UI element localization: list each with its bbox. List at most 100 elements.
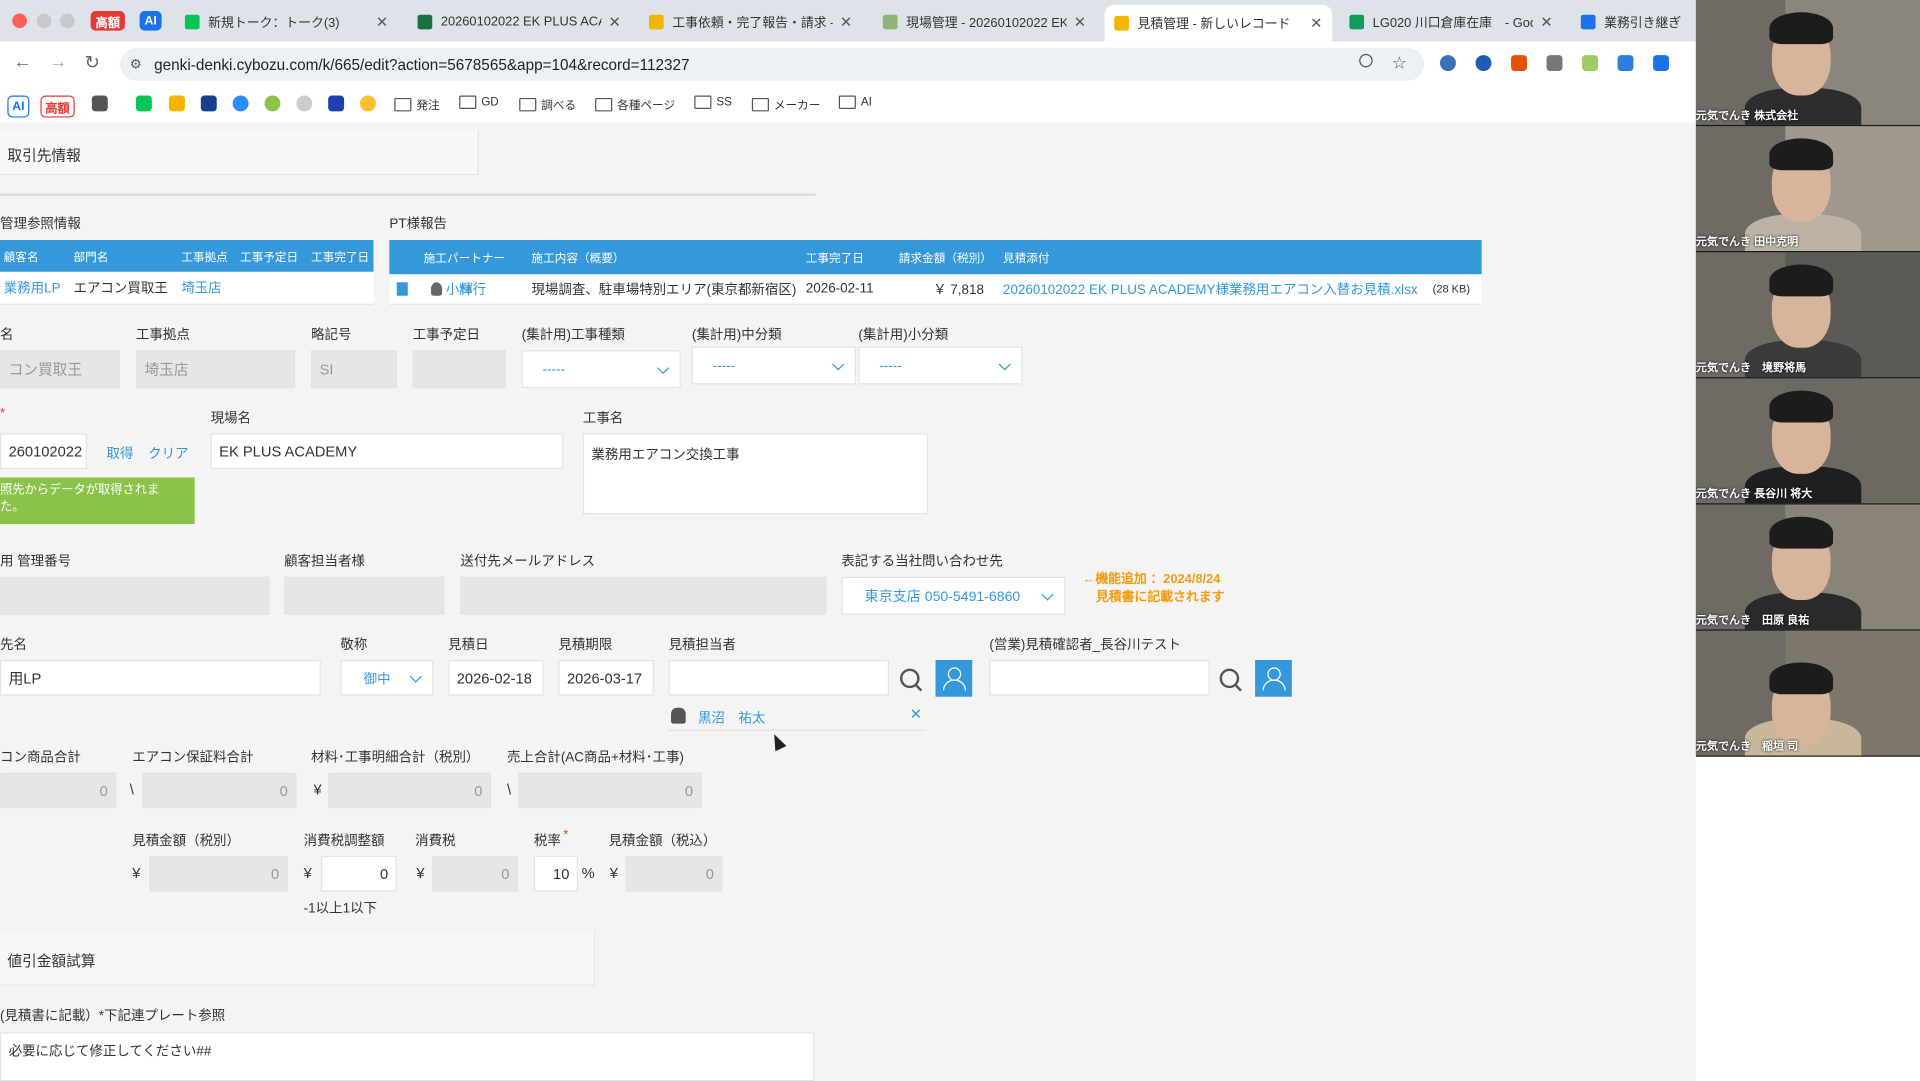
tax-rate-input[interactable]: 10 <box>533 855 578 892</box>
tab-excel-file[interactable]: 20260102022 EK PLUS ACA ✕ <box>408 7 631 36</box>
close-icon[interactable]: ✕ <box>608 13 620 30</box>
tab-gyoumu-hikitsugi[interactable]: 業務引き継ぎ <box>1571 7 1693 36</box>
remarks-textarea[interactable]: 必要に応じて修正してください## <box>0 1032 815 1081</box>
koukaku-badge[interactable]: 高額 <box>90 11 125 31</box>
video-tile[interactable]: 元気でんき 株式会社 <box>1695 0 1920 125</box>
bookmark-folder-hacchu[interactable]: 発注 <box>394 96 440 113</box>
estimator-search-input[interactable] <box>668 660 889 696</box>
customer-link[interactable]: 業務用LP <box>4 278 61 298</box>
url-field[interactable]: ⚙ genki-denki.cybozu.com/k/665/edit?acti… <box>120 47 1425 81</box>
genba-name-field[interactable]: EK PLUS ACADEMY <box>210 433 564 469</box>
estimate-date-field[interactable]: 2026-02-18 <box>448 660 544 696</box>
minimize-window-icon[interactable] <box>36 13 52 29</box>
bookmark-line-icon[interactable] <box>135 95 152 112</box>
kouji-name-textarea[interactable]: 業務用エアコン交換工事 <box>582 433 929 515</box>
genba-code-field[interactable]: 260102022 <box>0 433 87 469</box>
extension-leaf-icon[interactable] <box>1582 55 1598 72</box>
video-tile[interactable]: 元気でんき 田原 良祐 <box>1695 504 1920 630</box>
maximize-window-icon[interactable] <box>60 13 75 29</box>
bookmark-e-icon[interactable] <box>296 95 313 112</box>
bookmark-koukaku[interactable]: 高額 <box>40 95 75 118</box>
apps-grid-icon[interactable] <box>91 95 108 112</box>
google-icon <box>1580 14 1596 30</box>
extension-globe-icon[interactable] <box>1440 55 1456 72</box>
tab-kouji-irai[interactable]: 工事依頼・完了報告・請求 - PT ✕ <box>639 7 862 36</box>
ai-badge[interactable]: AI <box>139 11 162 31</box>
confirmer-search-input[interactable] <box>989 660 1210 696</box>
tab-line-talk[interactable]: 新規トーク：トーク(3) ✕ <box>175 7 398 36</box>
zoom-icon[interactable] <box>1359 53 1373 68</box>
kanri-number-field <box>0 576 270 615</box>
section-torihiki[interactable]: 取引先情報 <box>0 129 479 176</box>
close-window-icon[interactable] <box>12 13 27 29</box>
site-info-icon[interactable]: ⚙ <box>130 56 142 73</box>
video-tile[interactable]: 元気でんき 長谷川 将大 <box>1695 378 1920 504</box>
user-select-button[interactable] <box>1255 660 1292 697</box>
bookmark-swirl-icon[interactable] <box>264 95 281 112</box>
clear-button[interactable]: クリア <box>148 443 188 463</box>
bookmark-chat-icon[interactable] <box>168 95 185 112</box>
forward-icon[interactable]: → <box>49 51 67 72</box>
estimate-amount-incl: 0 <box>625 855 723 892</box>
mid-category-select[interactable]: ----- <box>691 346 856 385</box>
bookmark-folder-maker[interactable]: メーカー <box>751 96 820 113</box>
reload-icon[interactable]: ↻ <box>84 51 99 74</box>
close-icon[interactable]: ✕ <box>376 13 388 30</box>
bookmark-folder-kakushu[interactable]: 各種ページ <box>595 96 675 113</box>
bookmark-folder-gd[interactable]: GD <box>459 95 499 109</box>
estimate-limit-field[interactable]: 2026-03-17 <box>558 660 654 696</box>
search-icon[interactable] <box>900 668 920 689</box>
extension-circle-icon[interactable] <box>1475 55 1492 72</box>
estimate-file-link[interactable]: 20260102022 EK PLUS ACADEMY様業務用エアコン入替お見積… <box>1003 279 1418 299</box>
close-icon[interactable]: ✕ <box>1310 15 1322 32</box>
chevron-down-icon <box>657 361 670 374</box>
close-icon[interactable]: ✕ <box>840 13 852 30</box>
tab-google-sheet[interactable]: LG020 川口倉庫在庫 - Goog ✕ <box>1340 7 1563 36</box>
small-category-select[interactable]: ----- <box>858 346 1023 385</box>
bookmark-folder-ai[interactable]: AI <box>838 95 872 109</box>
video-tile[interactable]: 元気でんき 稲垣 司 <box>1695 630 1920 756</box>
video-tile[interactable]: 元気でんき 田中克明 <box>1695 126 1920 252</box>
chevron-down-icon <box>409 669 422 683</box>
bookmark-star-icon[interactable]: ☆ <box>1392 53 1407 74</box>
tax-field: 0 <box>432 855 518 892</box>
section-nebiki[interactable]: 値引金額試算 <box>0 933 596 986</box>
honorific-select[interactable]: 御中 <box>340 660 434 696</box>
bookmark-cat-icon[interactable] <box>360 95 376 112</box>
back-icon[interactable]: ← <box>13 51 31 72</box>
bookmark-dropbox-icon[interactable] <box>328 95 345 112</box>
search-icon[interactable] <box>1219 668 1240 689</box>
selected-estimator: 黒沼 祐太 ✕ <box>668 703 926 732</box>
close-icon[interactable]: ✕ <box>1540 13 1552 30</box>
close-icon[interactable]: ✕ <box>1074 13 1086 30</box>
bookmark-g-icon[interactable] <box>200 95 217 112</box>
partner-link[interactable]: 小林 輝行 <box>446 279 486 299</box>
mouse-cursor-icon <box>768 731 787 752</box>
bookmark-folder-ss[interactable]: SS <box>694 95 732 109</box>
kintone-icon <box>1114 15 1129 31</box>
base-link[interactable]: 埼玉店 <box>181 278 221 298</box>
extension-puzzle-icon[interactable] <box>1546 55 1563 72</box>
estimator-link[interactable]: 黒沼 祐太 <box>698 708 765 728</box>
tab-genba-kanri[interactable]: 現場管理 - 20260102022 EK ✕ <box>873 7 1096 36</box>
user-select-button[interactable] <box>935 660 973 697</box>
extension-window-icon[interactable] <box>1617 55 1634 72</box>
email-field <box>460 576 827 615</box>
video-call-panel: 元気でんき 株式会社 元気でんき 田中克明 元気でんき 境野将馬 元気でんき 長… <box>1695 0 1920 757</box>
extension-grid-icon[interactable] <box>1511 55 1527 72</box>
type-select[interactable]: ----- <box>521 350 681 389</box>
bookmark-zoom-icon[interactable] <box>232 95 249 112</box>
remove-user-icon[interactable]: ✕ <box>910 705 922 722</box>
saki-name-field[interactable]: 用LP <box>0 660 321 696</box>
folder-icon <box>519 97 537 111</box>
bookmark-ai[interactable]: AI <box>7 95 30 118</box>
video-tile[interactable]: 元気でんき 境野将馬 <box>1695 252 1920 378</box>
extension-sidepanel-icon[interactable] <box>1653 55 1669 72</box>
tab-mitsumori-kanri[interactable]: 見積管理 - 新しいレコード ✕ <box>1104 4 1333 42</box>
tax-adjust-input[interactable]: 0 <box>320 855 397 892</box>
contact-select[interactable]: 東京支店 050-5491-6860 <box>841 576 1066 615</box>
bookmark-folder-shiraberu[interactable]: 調べる <box>519 96 576 113</box>
get-data-button[interactable]: 取得 <box>107 443 134 463</box>
document-icon[interactable] <box>396 282 408 296</box>
warranty-total: 0 <box>142 772 297 809</box>
